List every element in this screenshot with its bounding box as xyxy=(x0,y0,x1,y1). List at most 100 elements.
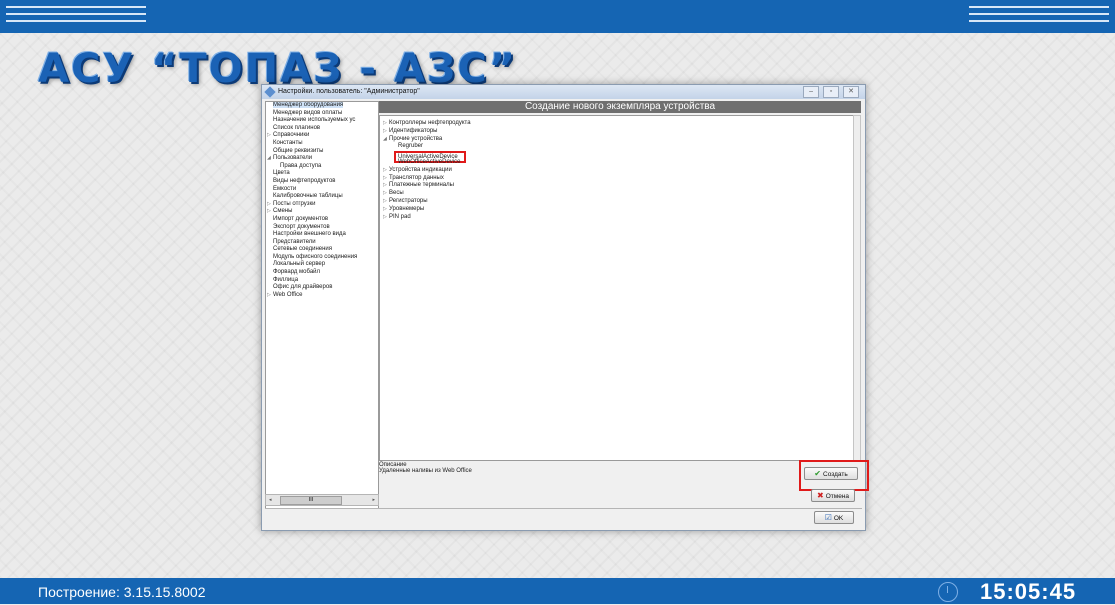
device-tree-scrollbar[interactable] xyxy=(853,115,861,461)
sidebar-item-label: Форвард мобайл xyxy=(273,269,321,276)
menu-icon[interactable] xyxy=(6,6,146,26)
sidebar-item-label: Web Office xyxy=(273,291,303,298)
collapsed-arrow-icon[interactable]: ▷ xyxy=(267,208,271,216)
device-tree-item[interactable]: ▷ Идентификаторы xyxy=(380,128,854,136)
collapsed-arrow-icon[interactable]: ▷ xyxy=(383,198,387,206)
device-tree-label: Регистраторы xyxy=(389,197,428,204)
device-tree-item[interactable]: ▷ Весы xyxy=(380,190,854,198)
sidebar-item[interactable]: Сетевые соединения xyxy=(266,246,378,254)
collapsed-arrow-icon[interactable]: ▷ xyxy=(383,175,387,183)
sidebar-item[interactable]: Виды нефтепродуктов xyxy=(266,178,378,186)
sidebar-item[interactable]: Список плагинов xyxy=(266,125,378,133)
device-tree-item[interactable]: ▷ Регистраторы xyxy=(380,198,854,206)
sidebar-item-label: Экспорт документов xyxy=(273,223,330,230)
close-button[interactable]: ✕ xyxy=(843,86,859,98)
collapsed-arrow-icon[interactable]: ▷ xyxy=(383,182,387,190)
scroll-thumb[interactable]: III xyxy=(280,496,342,505)
sidebar-item-label: Назначение используемых ус xyxy=(273,117,356,124)
sidebar-item-label: Посты отгрузки xyxy=(273,200,316,207)
sidebar-item-label: Менеджер оборудования xyxy=(273,102,344,108)
expanded-arrow-icon[interactable]: ◢ xyxy=(383,136,387,144)
device-tree-label: Платежные терминалы xyxy=(389,182,454,189)
device-tree-item[interactable]: Regruber xyxy=(380,143,854,151)
sidebar-horizontal-scrollbar[interactable]: ◂ III ▸ xyxy=(265,494,379,506)
footer-divider xyxy=(265,508,862,509)
sidebar-item[interactable]: ▷ Смены xyxy=(266,208,378,216)
sidebar-item[interactable]: ▷ Web Office xyxy=(266,292,378,300)
sidebar-item-label: Список плагинов xyxy=(273,124,321,131)
sidebar-item[interactable]: ◢ Пользователи xyxy=(266,155,378,163)
collapsed-arrow-icon[interactable]: ▷ xyxy=(267,201,271,209)
create-button[interactable]: ✔ Создать xyxy=(804,467,858,480)
collapsed-arrow-icon[interactable]: ▷ xyxy=(383,214,387,222)
sidebar-item[interactable]: Менеджер оборудования xyxy=(266,102,378,110)
device-tree-item[interactable]: ▷ Уровнемеры xyxy=(380,206,854,214)
sidebar-item[interactable]: Локальный сервер xyxy=(266,261,378,269)
sidebar-item[interactable]: Емкости xyxy=(266,186,378,194)
device-tree-label: Regruber xyxy=(398,143,424,150)
sidebar-item[interactable]: Представители xyxy=(266,239,378,247)
collapsed-arrow-icon[interactable]: ▷ xyxy=(383,167,387,175)
description-text: Удаленные наливы из Web Office xyxy=(379,468,472,474)
sidebar-item-label: Филлица xyxy=(273,276,299,283)
sidebar-item-label: Константы xyxy=(273,139,303,146)
sidebar-item[interactable]: Настройки внешнего вида xyxy=(266,231,378,239)
sidebar-item[interactable]: Цвета xyxy=(266,170,378,178)
minimize-button[interactable]: – xyxy=(803,86,820,98)
maximize-button[interactable]: ▫ xyxy=(823,86,840,98)
sidebar-item-label: Смены xyxy=(273,208,293,215)
expanded-arrow-icon[interactable]: ◢ xyxy=(267,155,271,163)
device-tree-item[interactable]: UniversalActiveDevice xyxy=(380,151,854,164)
sidebar-item-label: Емкости xyxy=(273,185,297,192)
collapsed-arrow-icon[interactable]: ▷ xyxy=(383,190,387,198)
sidebar-item-label: Сетевые соединения xyxy=(273,246,333,253)
device-tree-item[interactable]: ▷ Контроллеры нефтепродукта xyxy=(380,120,854,128)
dialog-titlebar: Настройки. пользователь: "Администратор"… xyxy=(262,85,865,99)
collapsed-arrow-icon[interactable]: ▷ xyxy=(383,206,387,214)
sidebar-item-label: Справочники xyxy=(273,132,310,139)
top-bar xyxy=(0,0,1115,33)
device-tree-item[interactable]: WebOfficeActiveDevice xyxy=(380,159,854,167)
sidebar-item[interactable]: ▷ Справочники xyxy=(266,132,378,140)
device-type-tree[interactable]: ▷ Контроллеры нефтепродукта ▷ Идентификатор… xyxy=(379,115,855,461)
ok-button[interactable]: ☑ OK xyxy=(814,511,854,524)
settings-sidebar-tree[interactable]: Менеджер оборудования Менеджер видов опла… xyxy=(265,101,379,509)
panel-header: Создание нового экземпляра устройства xyxy=(379,101,861,113)
sidebar-item[interactable]: Права доступа xyxy=(266,163,378,171)
sidebar-item-label: Локальный сервер xyxy=(273,261,326,268)
sidebar-item-label: Общие реквизиты xyxy=(273,147,324,154)
sidebar-item-label: Представители xyxy=(273,238,316,245)
sidebar-item[interactable]: Назначение используемых ус xyxy=(266,117,378,125)
sidebar-item[interactable]: ▷ Посты отгрузки xyxy=(266,201,378,209)
collapsed-arrow-icon[interactable]: ▷ xyxy=(267,132,271,140)
sidebar-item[interactable]: Калибровочные таблицы xyxy=(266,193,378,201)
device-tree-item[interactable]: ▷ Платежные терминалы xyxy=(380,182,854,190)
clock-time: 15:05:45 xyxy=(980,579,1077,604)
checkmark-icon: ✔ xyxy=(814,469,821,478)
device-tree-item[interactable]: ▷ PIN pad xyxy=(380,214,854,222)
description-area: Описание Удаленные наливы из Web Office xyxy=(379,462,795,488)
device-tree-item[interactable]: ▷ Транслятор данных xyxy=(380,175,854,183)
sidebar-item[interactable]: Менеджер видов оплаты xyxy=(266,110,378,118)
sidebar-item[interactable]: Офис для драйверов xyxy=(266,284,378,292)
device-tree-label: WebOfficeActiveDevice xyxy=(398,158,461,165)
sidebar-item-label: Менеджер видов оплаты xyxy=(273,109,343,116)
collapsed-arrow-icon[interactable]: ▷ xyxy=(383,120,387,128)
menu-icon-right[interactable] xyxy=(969,6,1109,26)
collapsed-arrow-icon[interactable]: ▷ xyxy=(267,292,271,300)
sidebar-item[interactable]: Форвард мобайл xyxy=(266,269,378,277)
device-tree-item[interactable]: ◢ Прочие устройства xyxy=(380,136,854,144)
cancel-button[interactable]: ✖ Отмена xyxy=(811,489,855,502)
device-tree-item[interactable]: ▷ Устройства индикации xyxy=(380,167,854,175)
sidebar-item[interactable]: Импорт документов xyxy=(266,216,378,224)
ok-check-icon: ☑ xyxy=(824,513,832,522)
collapsed-arrow-icon[interactable]: ▷ xyxy=(383,128,387,136)
sidebar-item-label: Импорт документов xyxy=(273,215,329,222)
scroll-left-icon[interactable]: ◂ xyxy=(269,495,272,505)
sidebar-item[interactable]: Общие реквизиты xyxy=(266,148,378,156)
scroll-right-icon[interactable]: ▸ xyxy=(372,495,375,505)
status-bar: Построение: 3.15.15.8002 15:05:45 xyxy=(0,578,1115,604)
sidebar-item[interactable]: Константы xyxy=(266,140,378,148)
sidebar-item-label: Виды нефтепродуктов xyxy=(273,177,336,184)
sidebar-item[interactable]: Экспорт документов xyxy=(266,224,378,232)
